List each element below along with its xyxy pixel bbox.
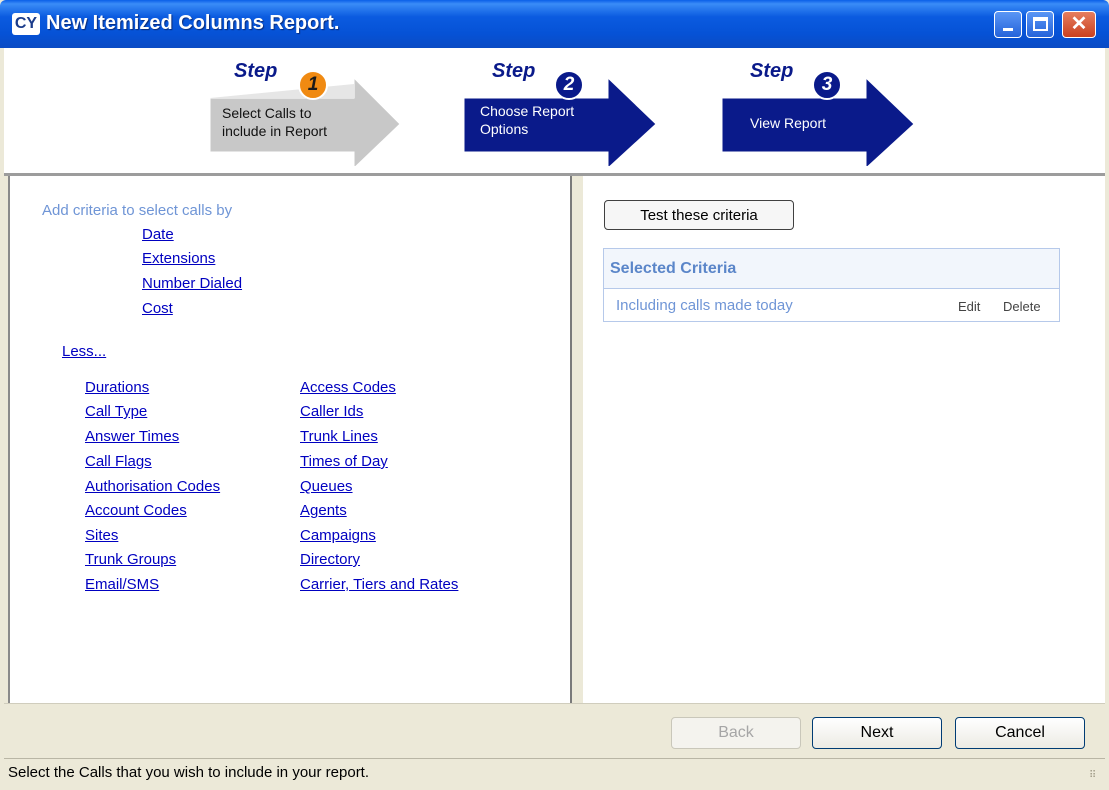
criteria-link-queues[interactable]: Queues xyxy=(300,478,353,495)
criteria-link-call-flags[interactable]: Call Flags xyxy=(85,453,152,470)
criteria-link-date[interactable]: Date xyxy=(142,226,174,243)
step-2-number: 2 xyxy=(554,70,584,100)
criteria-link-cost[interactable]: Cost xyxy=(142,300,173,317)
criteria-link-answer-times[interactable]: Answer Times xyxy=(85,428,179,445)
step-1-number: 1 xyxy=(298,70,328,100)
step-3-label-line1: View Report xyxy=(750,115,827,131)
cancel-button[interactable]: Cancel xyxy=(955,717,1085,749)
status-text: Select the Calls that you wish to includ… xyxy=(8,764,370,781)
step-2-label-line1: Choose Report xyxy=(480,103,575,119)
maximize-button[interactable] xyxy=(1026,11,1054,38)
window-title: New Itemized Columns Report. xyxy=(46,12,340,34)
criteria-link-call-type[interactable]: Call Type xyxy=(85,403,147,420)
resize-grip-icon[interactable]: ⠿ xyxy=(1089,770,1101,782)
criteria-link-sites[interactable]: Sites xyxy=(85,527,118,544)
criteria-link-account-codes[interactable]: Account Codes xyxy=(85,502,187,519)
criteria-picker-pane: Add criteria to select calls by Date Ext… xyxy=(8,176,570,703)
criteria-link-agents[interactable]: Agents xyxy=(300,502,347,519)
step-1: Step 1 Select Calls to include in Report xyxy=(204,56,404,166)
status-bar: Select the Calls that you wish to includ… xyxy=(4,758,1105,786)
step-2: Step 2 Choose Report Options xyxy=(462,56,662,166)
next-button[interactable]: Next xyxy=(812,717,942,749)
criteria-link-number-dialed[interactable]: Number Dialed xyxy=(142,275,242,292)
criteria-link-email-sms[interactable]: Email/SMS xyxy=(85,576,159,593)
criteria-link-durations[interactable]: Durations xyxy=(85,379,149,396)
step-3-number: 3 xyxy=(812,70,842,100)
step-2-label-line2: Options xyxy=(480,121,529,137)
selected-criteria-header: Selected Criteria xyxy=(604,249,1059,289)
criteria-item-text: Including calls made today xyxy=(616,297,793,314)
delete-criteria-link[interactable]: Delete xyxy=(1003,299,1041,314)
report-wizard-window: CY New Itemized Columns Report. ✕ Step 1… xyxy=(0,0,1109,790)
title-bar[interactable]: CY New Itemized Columns Report. ✕ xyxy=(0,0,1109,48)
step-1-label-line2: include in Report xyxy=(222,123,328,139)
criteria-link-directory[interactable]: Directory xyxy=(300,551,360,568)
app-logo-icon: CY xyxy=(12,13,40,35)
criteria-link-trunk-lines[interactable]: Trunk Lines xyxy=(300,428,378,445)
step-1-word: Step xyxy=(234,60,278,82)
criteria-link-carrier-tiers-rates[interactable]: Carrier, Tiers and Rates xyxy=(300,576,458,593)
less-link[interactable]: Less... xyxy=(62,343,106,360)
criteria-link-campaigns[interactable]: Campaigns xyxy=(300,527,376,544)
close-icon: ✕ xyxy=(1070,13,1088,35)
wizard-steps-banner: Step 1 Select Calls to include in Report… xyxy=(4,48,1105,176)
test-criteria-button[interactable]: Test these criteria xyxy=(604,200,794,230)
step-2-word: Step xyxy=(492,60,536,82)
selected-criteria-list: Selected Criteria Including calls made t… xyxy=(603,248,1060,322)
selected-criteria-pane: Test these criteria Selected Criteria In… xyxy=(583,176,1105,703)
wizard-footer: Back Next Cancel xyxy=(4,703,1105,755)
criteria-link-access-codes[interactable]: Access Codes xyxy=(300,379,396,396)
back-button[interactable]: Back xyxy=(671,717,801,749)
criteria-link-extensions[interactable]: Extensions xyxy=(142,250,215,267)
criteria-link-times-of-day[interactable]: Times of Day xyxy=(300,453,388,470)
minimize-button[interactable] xyxy=(994,11,1022,38)
close-button[interactable]: ✕ xyxy=(1062,11,1096,38)
step-1-label-line1: Select Calls to xyxy=(222,105,312,121)
criteria-link-authorisation-codes[interactable]: Authorisation Codes xyxy=(85,478,220,495)
pane-splitter[interactable] xyxy=(570,176,583,703)
criteria-link-caller-ids[interactable]: Caller Ids xyxy=(300,403,363,420)
step-3-word: Step xyxy=(750,60,794,82)
criteria-heading: Add criteria to select calls by xyxy=(42,202,233,219)
edit-criteria-link[interactable]: Edit xyxy=(958,299,980,314)
step-3: Step 3 View Report xyxy=(720,56,920,166)
criteria-link-trunk-groups[interactable]: Trunk Groups xyxy=(85,551,176,568)
minimize-icon xyxy=(1003,28,1013,31)
maximize-icon xyxy=(1033,17,1048,31)
